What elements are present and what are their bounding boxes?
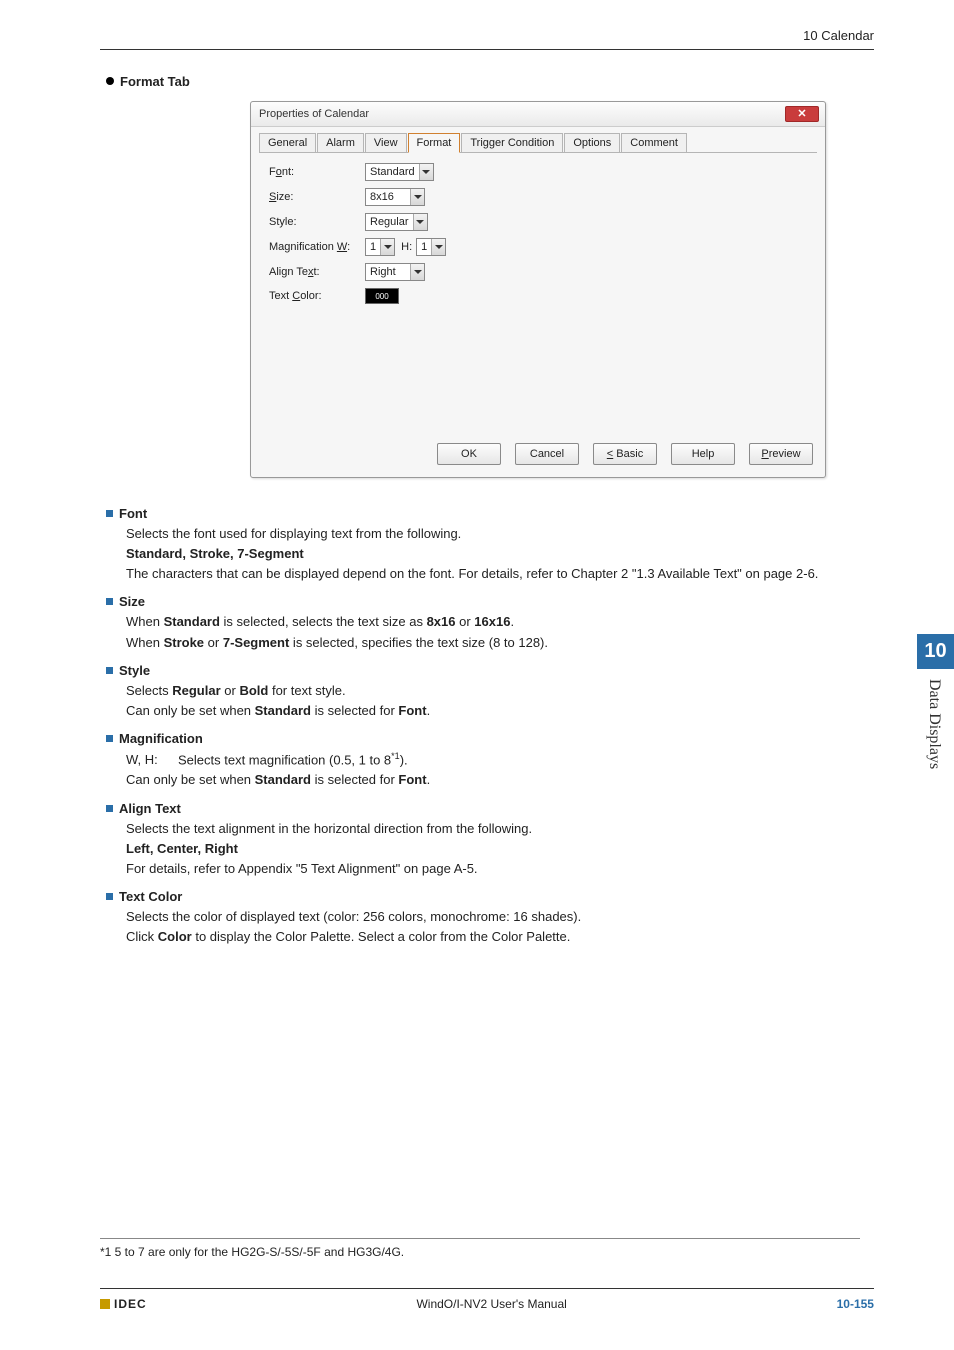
- font-heading: Font: [119, 506, 147, 521]
- tab-panel-format: Font: Standard Size: 8x16 Style:: [259, 152, 817, 432]
- basic-button[interactable]: < Basic: [593, 443, 657, 465]
- properties-dialog: Properties of Calendar ✕ General Alarm V…: [250, 101, 826, 478]
- text-color-swatch[interactable]: 000: [365, 288, 399, 304]
- mag-w-value: 1: [366, 241, 380, 253]
- chapter-header: 10 Calendar: [100, 28, 874, 50]
- align-value: Right: [366, 266, 410, 278]
- style-select[interactable]: Regular: [365, 213, 428, 231]
- manual-title: WindO/I-NV2 User's Manual: [416, 1297, 566, 1311]
- chapter-number-badge: 10: [917, 634, 954, 669]
- cancel-button[interactable]: Cancel: [515, 443, 579, 465]
- tab-view[interactable]: View: [365, 133, 407, 153]
- magnification-w-select[interactable]: 1: [365, 238, 395, 256]
- font-select[interactable]: Standard: [365, 163, 434, 181]
- tab-format[interactable]: Format: [408, 133, 461, 153]
- tab-general[interactable]: General: [259, 133, 316, 153]
- chevron-down-icon: [410, 264, 424, 280]
- square-bullet-icon: [106, 893, 113, 900]
- chevron-down-icon: [413, 214, 427, 230]
- chevron-down-icon: [380, 239, 394, 255]
- square-bullet-icon: [106, 805, 113, 812]
- align-text-label: Align Text:: [269, 266, 365, 278]
- chapter-side-tab: 10 Data Displays: [917, 634, 954, 779]
- text-color-heading: Text Color: [119, 889, 182, 904]
- magnification-desc: W, H: Selects text magnification (0.5, 1…: [126, 750, 874, 791]
- chevron-down-icon: [431, 239, 445, 255]
- size-select[interactable]: 8x16: [365, 188, 425, 206]
- dialog-button-row: OK Cancel < Basic Help Preview: [251, 433, 825, 477]
- close-button[interactable]: ✕: [785, 106, 819, 122]
- style-heading: Style: [119, 663, 150, 678]
- tab-trigger-condition[interactable]: Trigger Condition: [461, 133, 563, 153]
- square-bullet-icon: [106, 735, 113, 742]
- style-label: Style:: [269, 216, 365, 228]
- text-color-desc: Selects the color of displayed text (col…: [126, 907, 874, 947]
- logo-square-icon: [100, 1299, 110, 1309]
- dialog-title: Properties of Calendar: [259, 108, 369, 120]
- idec-logo: IDEC: [100, 1297, 147, 1311]
- page-footer: IDEC WindO/I-NV2 User's Manual 10-155: [100, 1288, 874, 1311]
- magnification-label: Magnification W:: [269, 241, 365, 253]
- font-desc: Selects the font used for displaying tex…: [126, 524, 874, 584]
- square-bullet-icon: [106, 667, 113, 674]
- size-heading: Size: [119, 594, 145, 609]
- font-value: Standard: [366, 166, 419, 178]
- tab-options[interactable]: Options: [564, 133, 620, 153]
- bullet-icon: [106, 77, 114, 85]
- size-desc: When Standard is selected, selects the t…: [126, 612, 874, 652]
- section-title: Format Tab: [106, 74, 874, 89]
- magnification-heading: Magnification: [119, 731, 203, 746]
- ok-button[interactable]: OK: [437, 443, 501, 465]
- align-heading: Align Text: [119, 801, 181, 816]
- align-text-select[interactable]: Right: [365, 263, 425, 281]
- section-title-text: Format Tab: [120, 74, 190, 89]
- square-bullet-icon: [106, 598, 113, 605]
- chapter-name-label: Data Displays: [917, 669, 951, 779]
- tab-alarm[interactable]: Alarm: [317, 133, 364, 153]
- dialog-titlebar: Properties of Calendar ✕: [251, 102, 825, 127]
- footnote: *1 5 to 7 are only for the HG2G-S/-5S/-5…: [100, 1238, 860, 1259]
- style-desc: Selects Regular or Bold for text style. …: [126, 681, 874, 721]
- style-value: Regular: [366, 216, 413, 228]
- magnification-h-select[interactable]: 1: [416, 238, 446, 256]
- dialog-tabs: General Alarm View Format Trigger Condit…: [251, 127, 825, 153]
- mag-h-label: H:: [401, 241, 412, 253]
- size-label: Size:: [269, 191, 365, 203]
- square-bullet-icon: [106, 510, 113, 517]
- tab-comment[interactable]: Comment: [621, 133, 687, 153]
- align-desc: Selects the text alignment in the horizo…: [126, 819, 874, 879]
- font-label: Font:: [269, 166, 365, 178]
- chevron-down-icon: [419, 164, 433, 180]
- chevron-down-icon: [410, 189, 424, 205]
- preview-button[interactable]: Preview: [749, 443, 813, 465]
- page-number: 10-155: [837, 1297, 874, 1311]
- size-value: 8x16: [366, 191, 410, 203]
- mag-h-value: 1: [417, 241, 431, 253]
- help-button[interactable]: Help: [671, 443, 735, 465]
- text-color-label: Text Color:: [269, 290, 365, 302]
